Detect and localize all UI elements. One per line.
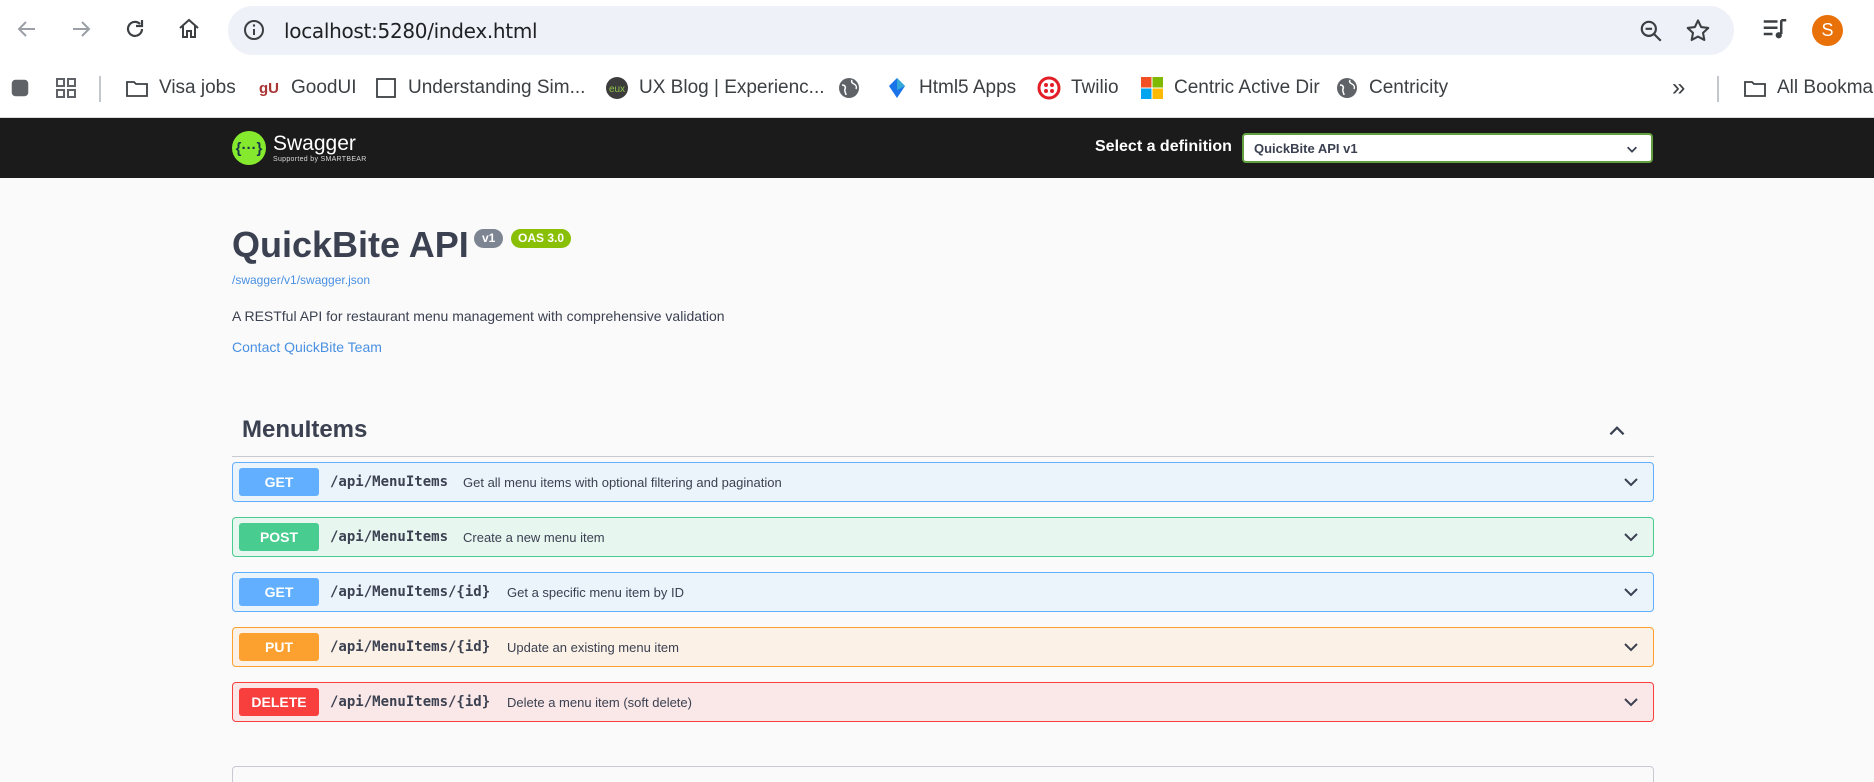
goodui-icon: gU bbox=[259, 79, 279, 97]
all-bookmarks-label: All Bookmarks bbox=[1777, 77, 1874, 98]
operation-get-menuitems[interactable]: GET /api/MenuItems Get all menu items wi… bbox=[232, 462, 1654, 502]
tag-title-menuitems[interactable]: MenuItems bbox=[242, 416, 367, 444]
definition-select[interactable]: QuickBite API v1 bbox=[1242, 133, 1653, 163]
operation-path: /api/MenuItems bbox=[330, 474, 449, 490]
operation-summary: Get all menu items with optional filteri… bbox=[463, 475, 782, 490]
bookmark-centricity[interactable]: Centricity bbox=[1335, 74, 1448, 102]
swagger-logo-icon: {···} bbox=[232, 131, 266, 165]
operation-summary: Delete a menu item (soft delete) bbox=[507, 695, 692, 710]
site-info-icon[interactable] bbox=[242, 18, 266, 42]
url-text[interactable]: localhost:5280/index.html bbox=[284, 19, 538, 43]
operation-delete-menuitem[interactable]: DELETE /api/MenuItems/{id} Delete a menu… bbox=[232, 682, 1654, 722]
tab-groups-button[interactable] bbox=[8, 74, 42, 102]
twilio-icon bbox=[1037, 76, 1061, 100]
more-bookmarks-button[interactable]: » bbox=[1672, 74, 1685, 102]
swagger-topbar: {···} Swagger Supported by SMARTBEAR Sel… bbox=[0, 118, 1874, 178]
bookmark-label: Understanding Sim... bbox=[408, 77, 586, 98]
chevron-up-icon[interactable] bbox=[1606, 420, 1628, 442]
method-badge: DELETE bbox=[239, 688, 319, 716]
bookmark-label: Html5 Apps bbox=[919, 77, 1017, 98]
method-badge: POST bbox=[239, 523, 319, 551]
home-button[interactable] bbox=[174, 14, 204, 44]
operation-path: /api/MenuItems/{id} bbox=[330, 694, 491, 710]
bookmark-goodui[interactable]: gU GoodUI bbox=[257, 74, 356, 102]
chevron-down-icon bbox=[1624, 698, 1638, 707]
swagger-json-link[interactable]: /swagger/v1/swagger.json bbox=[232, 273, 370, 287]
html5-icon bbox=[885, 76, 909, 100]
chevron-down-icon bbox=[1624, 588, 1638, 597]
operation-summary: Get a specific menu item by ID bbox=[507, 585, 685, 600]
schemas-section[interactable] bbox=[232, 766, 1654, 782]
chevron-down-icon bbox=[1624, 533, 1638, 542]
forward-button[interactable] bbox=[66, 14, 96, 44]
bookmark-centric-active-dir[interactable]: Centric Active Dir bbox=[1140, 74, 1320, 102]
api-title: QuickBite API bbox=[232, 224, 469, 265]
zoom-out-icon[interactable] bbox=[1638, 18, 1664, 44]
all-bookmarks-button[interactable]: All Bookmarks bbox=[1743, 74, 1874, 102]
smartbear-tagline: Supported by SMARTBEAR bbox=[273, 156, 367, 163]
reload-button[interactable] bbox=[120, 14, 150, 44]
bookmark-visa-jobs[interactable]: Visa jobs bbox=[125, 74, 236, 102]
definition-label: Select a definition bbox=[1095, 138, 1232, 155]
contact-link[interactable]: Contact QuickBite Team bbox=[232, 339, 382, 355]
bookmark-label: UX Blog | Experienc... bbox=[639, 77, 825, 98]
profile-avatar[interactable]: S bbox=[1812, 15, 1843, 46]
bookmark-label: Twilio bbox=[1071, 77, 1119, 98]
uxblog-icon: eux bbox=[605, 76, 629, 100]
bookmark-label: Centric Active Dir bbox=[1174, 77, 1320, 98]
bookmark-label: Visa jobs bbox=[159, 77, 236, 98]
bookmarks-separator bbox=[1717, 76, 1719, 102]
chevron-down-icon bbox=[1627, 146, 1637, 153]
microsoft-icon bbox=[1140, 76, 1164, 100]
operation-post-menuitems[interactable]: POST /api/MenuItems Create a new menu it… bbox=[232, 517, 1654, 557]
forward-arrow-icon bbox=[73, 21, 91, 37]
folder-icon bbox=[125, 76, 149, 100]
operation-get-menuitem-by-id[interactable]: GET /api/MenuItems/{id} Get a specific m… bbox=[232, 572, 1654, 612]
operation-summary: Update an existing menu item bbox=[507, 640, 679, 655]
oas-badge: OAS 3.0 bbox=[511, 229, 572, 248]
operation-path: /api/MenuItems/{id} bbox=[330, 639, 491, 655]
bookmarks-bar: Visa jobs gU GoodUI Understanding Sim...… bbox=[0, 60, 1874, 118]
page-icon bbox=[374, 76, 398, 100]
folder-icon bbox=[1743, 76, 1767, 100]
home-icon bbox=[179, 18, 199, 38]
apps-grid-icon bbox=[54, 76, 78, 100]
bookmark-understanding-sim[interactable]: Understanding Sim... bbox=[374, 74, 585, 102]
apps-button[interactable] bbox=[54, 74, 88, 102]
method-badge: PUT bbox=[239, 633, 319, 661]
bookmark-label: GoodUI bbox=[291, 77, 357, 98]
bookmark-html5-apps[interactable]: Html5 Apps bbox=[885, 74, 1016, 102]
method-badge: GET bbox=[239, 468, 319, 496]
method-badge: GET bbox=[239, 578, 319, 606]
swagger-logo[interactable]: {···} Swagger Supported by SMARTBEAR bbox=[232, 128, 367, 168]
chevron-down-icon bbox=[1624, 643, 1638, 652]
back-arrow-icon bbox=[17, 21, 35, 37]
globe-icon bbox=[837, 76, 861, 100]
reload-icon bbox=[126, 20, 144, 37]
browser-toolbar: localhost:5280/index.html S bbox=[0, 0, 1874, 60]
svg-text:eux: eux bbox=[609, 84, 625, 95]
version-badge: v1 bbox=[474, 229, 504, 248]
definition-value: QuickBite API v1 bbox=[1254, 141, 1358, 156]
chevron-down-icon bbox=[1624, 478, 1638, 487]
globe-icon bbox=[1335, 76, 1359, 100]
bookmark-twilio[interactable]: Twilio bbox=[1037, 74, 1119, 102]
api-description: A RESTful API for restaurant menu manage… bbox=[232, 308, 725, 324]
tag-divider bbox=[232, 456, 1654, 457]
tab-group-icon bbox=[8, 76, 32, 100]
operation-put-menuitem[interactable]: PUT /api/MenuItems/{id} Update an existi… bbox=[232, 627, 1654, 667]
operation-path: /api/MenuItems bbox=[330, 529, 449, 545]
bookmark-globe[interactable] bbox=[837, 74, 871, 102]
operation-path: /api/MenuItems/{id} bbox=[330, 584, 491, 600]
swagger-logo-text: Swagger Supported by SMARTBEAR bbox=[273, 133, 367, 163]
back-button[interactable] bbox=[12, 14, 42, 44]
bookmark-ux-blog[interactable]: eux UX Blog | Experienc... bbox=[605, 74, 825, 102]
address-bar[interactable]: localhost:5280/index.html bbox=[228, 6, 1734, 55]
swagger-wordmark: Swagger bbox=[273, 132, 356, 155]
bookmark-star-icon[interactable] bbox=[1684, 17, 1712, 45]
bookmark-label: Centricity bbox=[1369, 77, 1449, 98]
operation-summary: Create a new menu item bbox=[463, 530, 605, 545]
media-controls-icon[interactable] bbox=[1760, 14, 1790, 44]
bookmarks-separator bbox=[99, 76, 101, 102]
